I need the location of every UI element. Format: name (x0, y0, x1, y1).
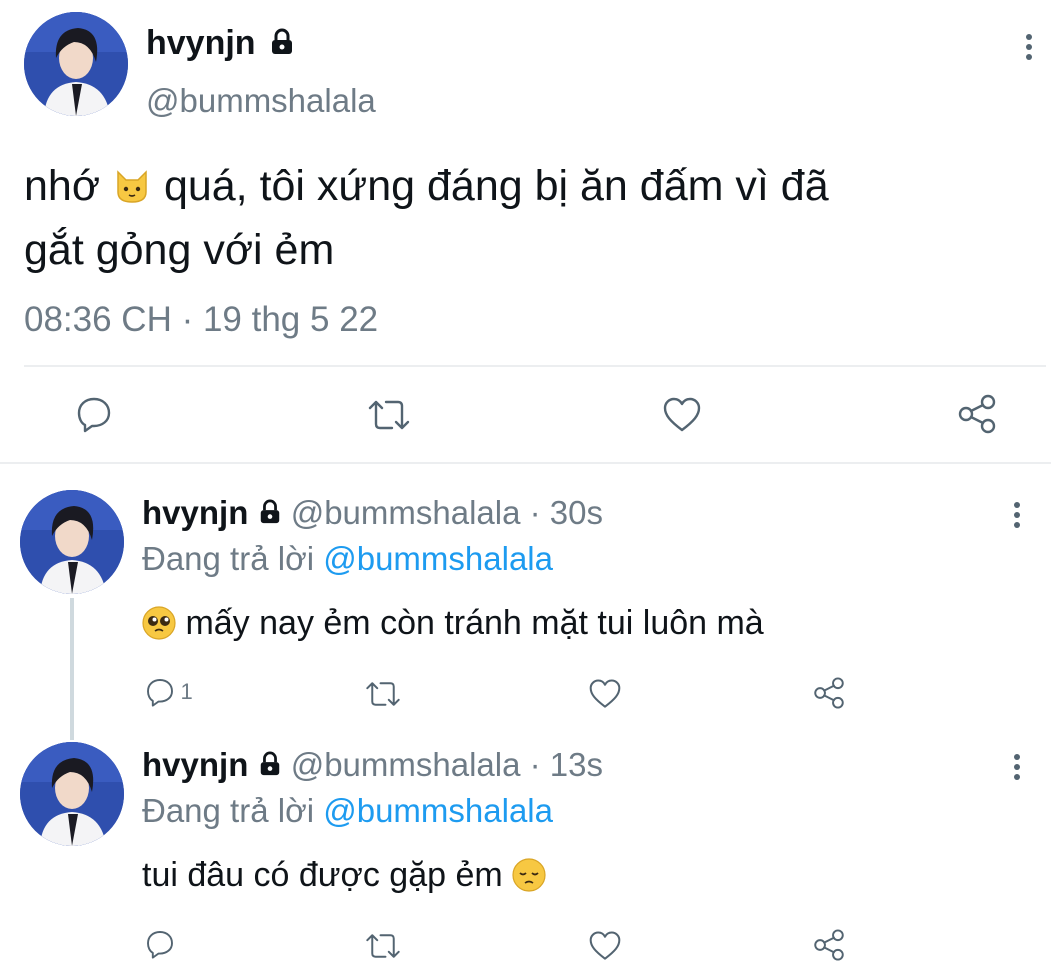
like-icon[interactable] (588, 678, 622, 710)
divider (0, 462, 1051, 464)
lock-icon (272, 28, 293, 55)
tweet-text: nhớ quá, tôi xứng đáng bị ăn đấm vì đã g… (24, 162, 829, 274)
reply-header: hvynjn @bummshalala · 13s (142, 746, 603, 784)
mention-link[interactable]: @bummshalala (323, 540, 553, 577)
more-options-icon[interactable] (1012, 754, 1022, 784)
divider (24, 365, 1046, 367)
reply-button[interactable]: 1 (144, 676, 193, 708)
cat-face-emoji (117, 170, 147, 203)
avatar-image (20, 490, 124, 594)
handle-and-time[interactable]: @bummshalala · 13s (291, 746, 603, 783)
replying-to: Đang trả lời @bummshalala (142, 792, 553, 829)
reply-count: 1 (180, 679, 193, 704)
display-name[interactable]: hvynjn (146, 24, 256, 62)
reply-icon (147, 679, 173, 707)
retweet-icon[interactable] (366, 396, 412, 434)
pensive-face-emoji (512, 858, 546, 892)
share-icon[interactable] (812, 928, 846, 962)
mention-link[interactable]: @bummshalala (323, 792, 553, 829)
display-name-row: hvynjn (146, 24, 295, 63)
lock-icon (260, 499, 279, 524)
more-options-icon[interactable] (1024, 34, 1034, 64)
reply-icon[interactable] (144, 928, 176, 960)
reply-text: tui đâu có được gặp ẻm (142, 856, 546, 895)
replying-to: Đang trả lời @bummshalala (142, 540, 553, 577)
avatar[interactable] (20, 742, 124, 846)
like-icon[interactable] (588, 930, 622, 962)
more-options-icon[interactable] (1012, 502, 1022, 532)
reply-text: mấy nay ẻm còn tránh mặt tui luôn mà (142, 604, 764, 643)
avatar[interactable] (20, 490, 124, 594)
pleading-face-emoji (142, 606, 176, 640)
avatar[interactable] (24, 12, 128, 116)
thread-line (70, 598, 74, 740)
display-name[interactable]: hvynjn (142, 494, 248, 531)
share-icon[interactable] (956, 393, 998, 435)
avatar-image (24, 12, 128, 116)
reply-header: hvynjn @bummshalala · 30s (142, 494, 603, 532)
handle-and-time[interactable]: @bummshalala · 30s (291, 494, 603, 531)
share-icon[interactable] (812, 676, 846, 710)
reply-icon[interactable] (74, 394, 114, 434)
retweet-icon[interactable] (364, 930, 402, 962)
timestamp[interactable]: 08:36 CH · 19 thg 5 22 (24, 300, 378, 340)
lock-icon (260, 751, 279, 776)
handle[interactable]: @bummshalala (146, 82, 376, 120)
avatar-image (20, 742, 124, 846)
like-icon[interactable] (662, 396, 702, 434)
retweet-icon[interactable] (364, 678, 402, 710)
display-name[interactable]: hvynjn (142, 746, 248, 783)
